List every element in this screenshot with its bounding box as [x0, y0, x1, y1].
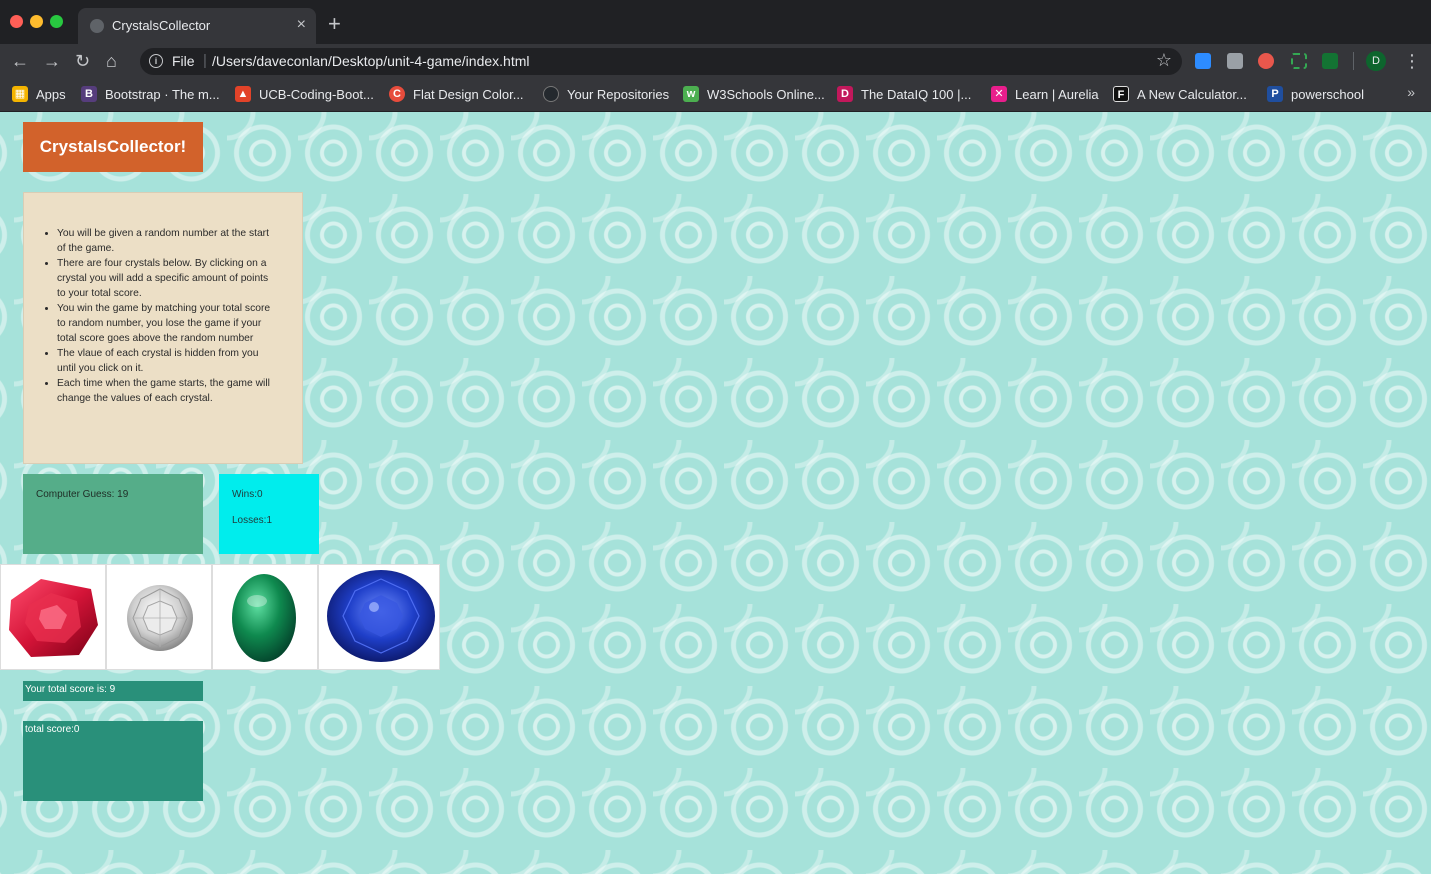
screenshot-extension-icon[interactable] — [1291, 53, 1307, 69]
bookmark-dataiq[interactable]: D The DataIQ 100 |... — [837, 85, 971, 103]
info-icon[interactable]: i — [149, 54, 163, 68]
bookmark-apps[interactable]: ▦ Apps — [12, 85, 66, 103]
total-score-box: total score:0 — [23, 721, 203, 801]
screencast-extension-icon[interactable] — [1258, 53, 1274, 69]
bookmark-label: powerschool — [1291, 86, 1364, 102]
maximize-window-button[interactable] — [50, 15, 63, 28]
home-icon[interactable]: ⌂ — [106, 49, 117, 73]
browser-toolbar: ← → ↻ ⌂ i File | /Users/daveconlan/Deskt… — [0, 44, 1431, 78]
github-icon — [543, 86, 559, 102]
page-viewport: CrystalsCollector! You will be given a r… — [0, 112, 1431, 874]
instruction-item: There are four crystals below. By clicki… — [57, 256, 276, 301]
instruction-item: The vlaue of each crystal is hidden from… — [57, 346, 276, 376]
instruction-item: Each time when the game starts, the game… — [57, 376, 276, 406]
total-score-label: Your total score is: 9 — [23, 681, 203, 701]
new-tab-button[interactable]: + — [328, 12, 341, 36]
wins-text: Wins:0 — [232, 489, 263, 500]
close-window-button[interactable] — [10, 15, 23, 28]
instruction-item: You will be given a random number at the… — [57, 226, 276, 256]
powerschool-icon: P — [1267, 86, 1283, 102]
bootstrap-icon: B — [81, 86, 97, 102]
w3schools-icon: w — [683, 86, 699, 102]
bookmark-w3schools[interactable]: w W3Schools Online... — [683, 85, 825, 103]
url-scheme: File — [172, 53, 195, 69]
bookmark-label: Flat Design Color... — [413, 86, 524, 102]
crystal-emerald[interactable] — [212, 564, 318, 670]
forward-arrow-icon[interactable]: → — [43, 49, 61, 73]
extension-icon[interactable] — [1227, 53, 1243, 69]
more-bookmarks-chevron-icon[interactable]: » — [1407, 84, 1415, 100]
url-separator: | — [203, 52, 207, 69]
bookmark-flat-design[interactable]: C Flat Design Color... — [389, 85, 524, 103]
apps-grid-icon: ▦ — [12, 86, 28, 102]
back-arrow-icon[interactable]: ← — [11, 49, 29, 73]
bookmark-label: Apps — [36, 86, 66, 102]
aurelia-icon: ✕ — [991, 86, 1007, 102]
address-bar[interactable]: i File | /Users/daveconlan/Desktop/unit-… — [140, 48, 1182, 75]
reload-icon[interactable]: ↻ — [75, 49, 90, 73]
bookmark-calculator[interactable]: F A New Calculator... — [1113, 85, 1247, 103]
bookmark-label: Your Repositories — [567, 86, 670, 102]
bookmark-powerschool[interactable]: P powerschool — [1267, 85, 1364, 103]
bookmark-aurelia[interactable]: ✕ Learn | Aurelia — [991, 85, 1099, 103]
toolbar-divider — [1353, 52, 1354, 70]
bookmark-star-icon[interactable]: ☆ — [1156, 50, 1172, 71]
bookmark-bootstrap[interactable]: B Bootstrap · The m... — [81, 85, 220, 103]
diamond-icon — [127, 585, 193, 651]
bookmark-github[interactable]: Your Repositories — [543, 85, 669, 103]
wins-losses-box: Wins:0 Losses:1 — [219, 474, 319, 554]
window-titlebar: CrystalsCollector × + — [0, 0, 1431, 44]
minimize-window-button[interactable] — [30, 15, 43, 28]
total-score-text: total score:0 — [25, 724, 80, 735]
instruction-item: You win the game by matching your total … — [57, 301, 276, 346]
tab-close-button[interactable]: × — [297, 15, 306, 35]
bookmark-label: Bootstrap · The m... — [105, 86, 220, 102]
crystal-ruby[interactable] — [0, 564, 106, 670]
bookmarks-bar: ▦ Apps B Bootstrap · The m... ▲ UCB-Codi… — [0, 78, 1431, 112]
bookmark-label: UCB-Coding-Boot... — [259, 86, 374, 102]
globe-icon — [90, 19, 104, 33]
sapphire-icon — [327, 570, 435, 662]
instructions-panel: You will be given a random number at the… — [23, 192, 303, 464]
f-icon: F — [1113, 86, 1129, 102]
profile-avatar[interactable]: D — [1366, 51, 1386, 71]
bookmark-ucb[interactable]: ▲ UCB-Coding-Boot... — [235, 85, 374, 103]
computer-guess-box: Computer Guess: 19 — [23, 474, 203, 554]
bookmark-label: Learn | Aurelia — [1015, 86, 1099, 102]
dataiq-icon: D — [837, 86, 853, 102]
ruby-icon — [9, 579, 98, 657]
bookmark-label: The DataIQ 100 |... — [861, 86, 972, 102]
crystal-diamond[interactable] — [106, 564, 212, 670]
crystal-sapphire[interactable] — [318, 564, 440, 670]
instructions-list: You will be given a random number at the… — [24, 193, 302, 406]
emerald-icon — [232, 574, 296, 662]
flag-extension-icon[interactable] — [1322, 53, 1338, 69]
gitlab-icon: ▲ — [235, 86, 251, 102]
bookmark-label: W3Schools Online... — [707, 86, 825, 102]
url-text[interactable]: /Users/daveconlan/Desktop/unit-4-game/in… — [212, 53, 530, 69]
browser-tab[interactable]: CrystalsCollector × — [78, 8, 316, 44]
tab-title: CrystalsCollector — [112, 18, 211, 33]
zoom-extension-icon[interactable] — [1195, 53, 1211, 69]
losses-text: Losses:1 — [232, 515, 273, 526]
menu-kebab-icon[interactable]: ⋮ — [1403, 49, 1421, 73]
brand-title: CrystalsCollector! — [23, 122, 203, 172]
bookmark-label: A New Calculator... — [1137, 86, 1247, 102]
flatui-icon: C — [389, 86, 405, 102]
computer-guess-text: Computer Guess: 19 — [36, 489, 129, 500]
